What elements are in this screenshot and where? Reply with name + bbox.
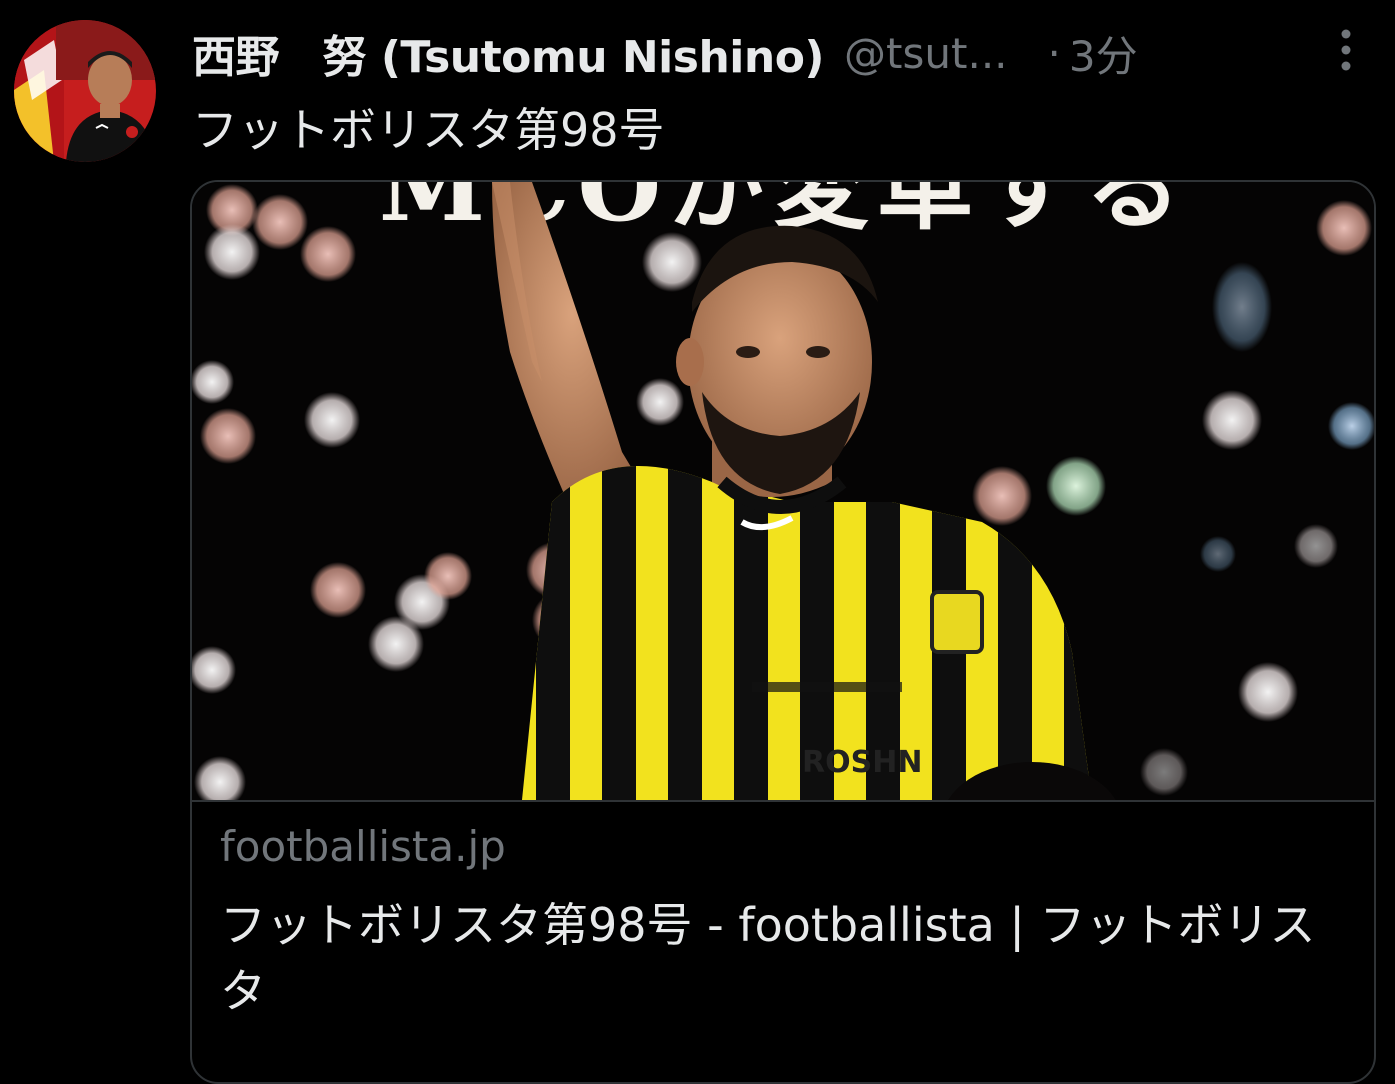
avatar-photo [14, 20, 156, 162]
card-photo: MCOが変革する ROSHN [192, 182, 1374, 800]
tweet-text: フットボリスタ第98号 [192, 103, 665, 157]
shirt-sponsor-mark: ROSHN [802, 745, 922, 780]
more-vertical-icon [1341, 29, 1351, 71]
card-divider [192, 800, 1374, 802]
tweet-timestamp[interactable]: 3分 [1069, 23, 1138, 84]
card-image[interactable]: MCOが変革する ROSHN [192, 182, 1374, 800]
card-title: フットボリスタ第98号 - footballista | フットボリスタ [220, 898, 1316, 1018]
author-display-name[interactable]: 西野 努 (Tsutomu Nishino) [192, 21, 825, 85]
tweet[interactable]: 西野 努 (Tsutomu Nishino) @tsut... · 3分 フット… [0, 0, 1395, 1084]
tweet-header: 西野 努 (Tsutomu Nishino) @tsut... · 3分 [192, 20, 1372, 86]
card-domain: footballista.jp [220, 822, 506, 871]
author-avatar[interactable] [14, 20, 156, 162]
more-options-button[interactable] [1326, 26, 1366, 74]
author-handle[interactable]: @tsut... [844, 29, 1008, 78]
header-separator: · [1047, 28, 1061, 78]
link-card[interactable]: MCOが変革する ROSHN footballista.jp フットボリスタ第9… [190, 180, 1376, 1084]
